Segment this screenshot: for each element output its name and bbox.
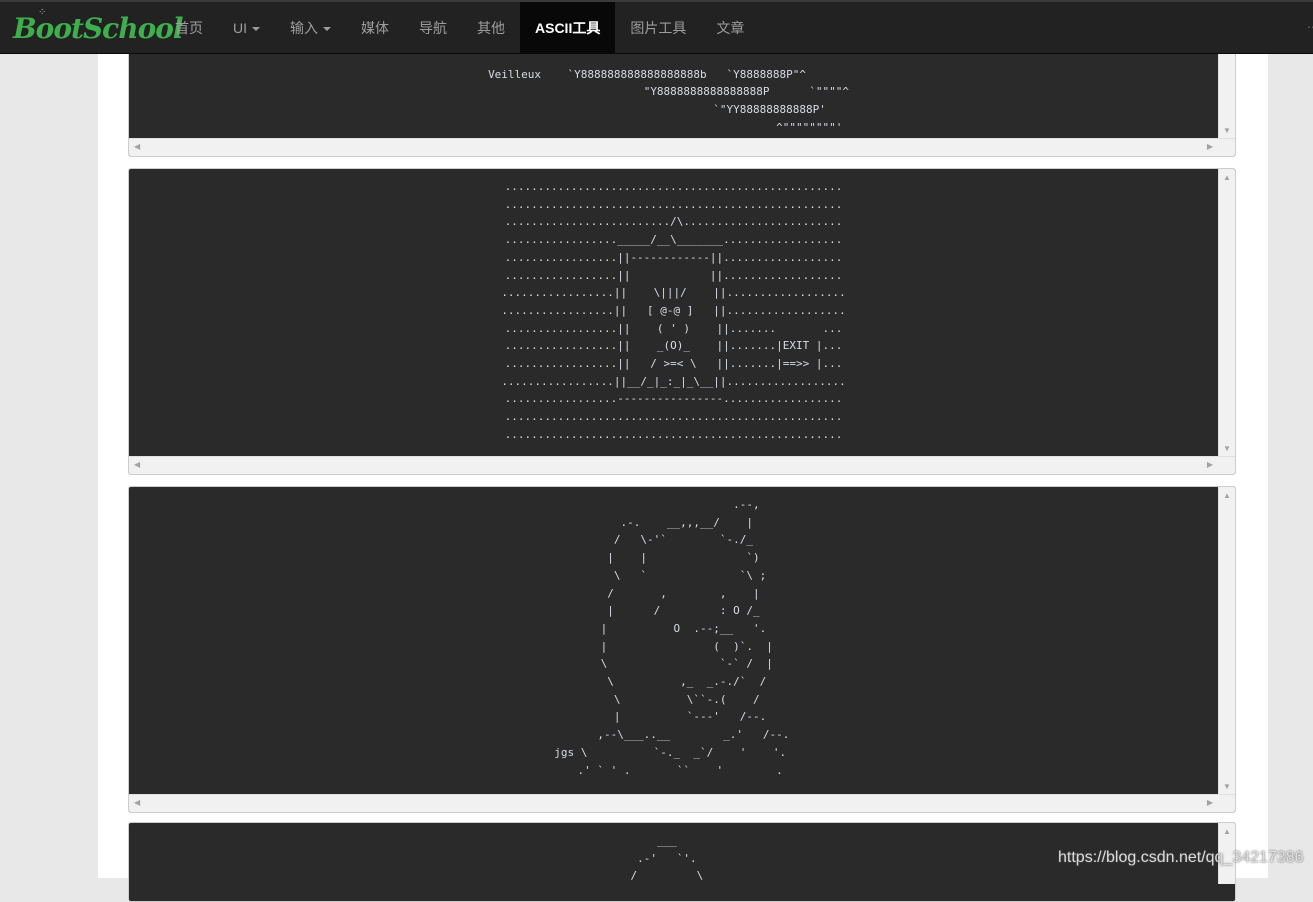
vertical-scrollbar[interactable]: ▲ ▼ bbox=[1218, 169, 1235, 457]
horizontal-scrollbar[interactable]: ◀ ▶ bbox=[129, 456, 1235, 474]
scroll-down-icon[interactable]: ▼ bbox=[1223, 127, 1231, 135]
ascii-art-text: ........................................… bbox=[501, 180, 846, 441]
scroll-up-icon[interactable]: ▲ bbox=[1223, 828, 1231, 836]
scroll-right-icon[interactable]: ▶ bbox=[1207, 461, 1213, 469]
scroll-down-icon[interactable]: ▼ bbox=[1223, 783, 1231, 791]
nav-overflow-text: ⋯ bbox=[1307, 20, 1313, 34]
nav-item-8[interactable]: 文章 bbox=[701, 2, 759, 54]
main-nav: 首页 UI 输入 媒体 导航 其他 ASCII工具 图片工具 文章 bbox=[160, 2, 759, 54]
scroll-right-icon[interactable]: ▶ bbox=[1207, 143, 1213, 151]
scroll-left-icon[interactable]: ◀ bbox=[134, 799, 140, 807]
watermark: https://blog.csdn.net/qq_34217386 bbox=[1058, 849, 1304, 866]
ascii-art-text: ___ .-' `'. / \ bbox=[630, 834, 704, 883]
nav-item-label: 文章 bbox=[716, 20, 745, 36]
nav-item-label: UI bbox=[233, 20, 247, 36]
top-navbar: ⁘ BootSchool 首页 UI 输入 媒体 导航 其他 ASCII工具 图片工具 文章 ⋯ bbox=[0, 0, 1313, 54]
scroll-up-icon[interactable]: ▲ bbox=[1223, 492, 1231, 500]
scroll-up-icon[interactable]: ▲ bbox=[1223, 174, 1231, 182]
horizontal-scrollbar[interactable]: ◀ ▶ bbox=[129, 138, 1235, 156]
nav-item-7[interactable]: 图片工具 bbox=[615, 2, 701, 54]
main-content: Veilleux `Y888888888888888888b `Y8888888… bbox=[98, 48, 1268, 902]
horizontal-scrollbar[interactable]: ◀ ▶ bbox=[129, 794, 1235, 812]
brand-logo[interactable]: BootSchool bbox=[13, 12, 184, 45]
ascii-art-text: Veilleux `Y888888888888888888b `Y8888888… bbox=[488, 67, 849, 134]
caret-down-icon bbox=[323, 27, 331, 32]
nav-item-4[interactable]: 导航 bbox=[404, 2, 462, 54]
scroll-right-icon[interactable]: ▶ bbox=[1207, 799, 1213, 807]
nav-item-label: 其他 bbox=[477, 20, 505, 36]
scroll-down-icon[interactable]: ▼ bbox=[1223, 445, 1231, 453]
nav-item-label: 输入 bbox=[290, 20, 318, 36]
scroll-left-icon[interactable]: ◀ bbox=[134, 461, 140, 469]
ascii-panel: .--, .-. __,,,__/ | / \-'` `-./_ | | `) … bbox=[128, 486, 1236, 813]
nav-item-5[interactable]: 其他 bbox=[462, 2, 520, 54]
nav-item-3[interactable]: 媒体 bbox=[346, 2, 404, 54]
nav-item-label: 首页 bbox=[175, 20, 203, 36]
nav-item-2[interactable]: 输入 bbox=[275, 2, 346, 54]
nav-item-label: 图片工具 bbox=[630, 20, 687, 36]
caret-down-icon bbox=[252, 27, 260, 32]
nav-item-6[interactable]: ASCII工具 bbox=[520, 2, 616, 54]
nav-item-0[interactable]: 首页 bbox=[160, 2, 218, 54]
nav-item-1[interactable]: UI bbox=[218, 2, 275, 54]
nav-item-label: 导航 bbox=[419, 20, 447, 36]
ascii-panel: ........................................… bbox=[128, 168, 1236, 475]
nav-item-label: 媒体 bbox=[361, 20, 389, 36]
vertical-scrollbar[interactable]: ▲ ▼ bbox=[1218, 487, 1235, 795]
ascii-art-text: .--, .-. __,,,__/ | / \-'` `-./_ | | `) … bbox=[554, 498, 790, 777]
nav-item-label: ASCII工具 bbox=[535, 20, 601, 36]
scroll-left-icon[interactable]: ◀ bbox=[134, 143, 140, 151]
vertical-scrollbar[interactable]: ▼ bbox=[1218, 49, 1235, 139]
ascii-panel: Veilleux `Y888888888888888888b `Y8888888… bbox=[128, 48, 1236, 157]
